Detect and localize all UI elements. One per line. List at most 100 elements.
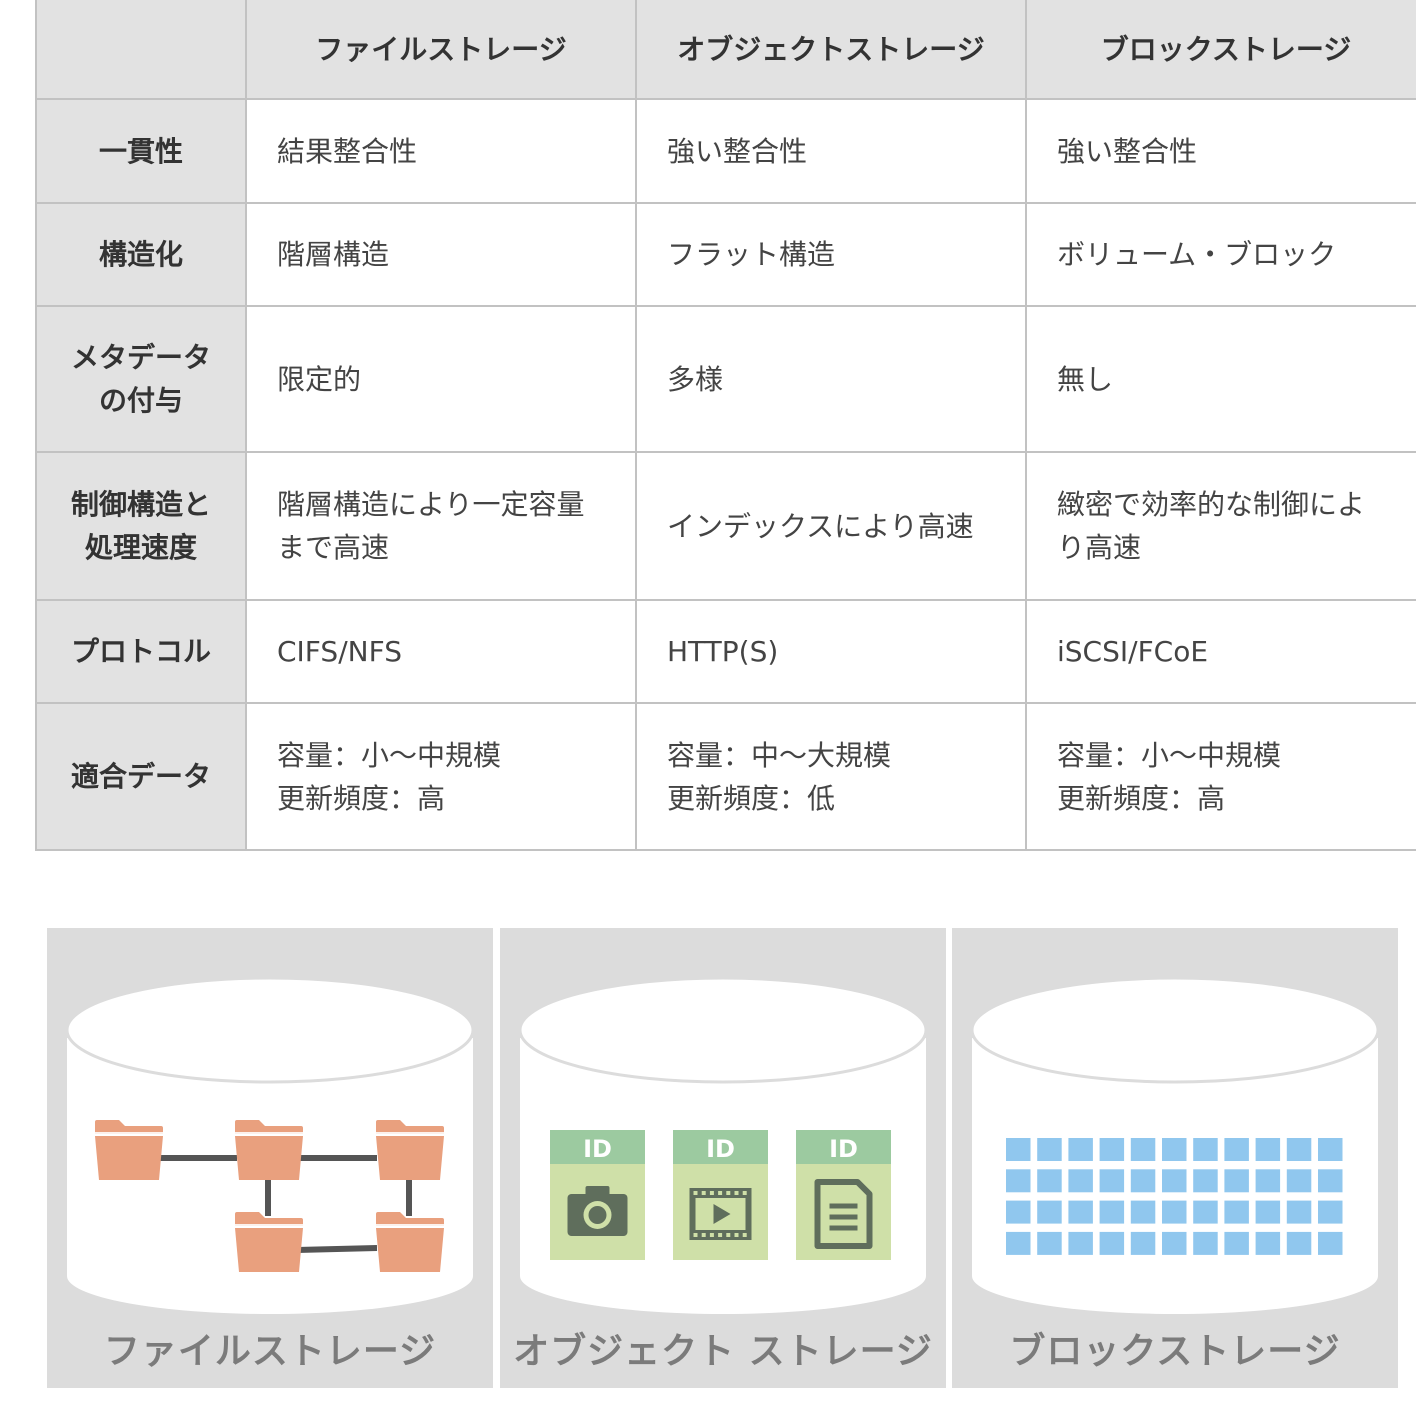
- header-block-storage: ブロックストレージ: [1025, 0, 1416, 100]
- table-row: メタデータ の付与 限定的 多様 無し: [35, 305, 1416, 453]
- table-row: 適合データ 容量：小〜中規模 更新頻度：高 容量：中〜大規模 更新頻度：低 容量：小…: [35, 702, 1416, 851]
- table-cell: 階層構造により一定容量 まで高速: [245, 451, 637, 601]
- block-cell: [1099, 1169, 1125, 1193]
- table-cell: iSCSI/FCoE: [1025, 599, 1416, 704]
- table-cell: フラット構造: [635, 202, 1027, 307]
- block-cell: [1130, 1138, 1156, 1161]
- table-cell: インデックスにより高速: [635, 451, 1027, 601]
- block-cell: [1006, 1200, 1031, 1224]
- row-label: 制御構造と 処理速度: [35, 451, 247, 601]
- table-cell: 容量：小〜中規模 更新頻度：高: [245, 702, 637, 851]
- block-cell: [1130, 1200, 1156, 1224]
- folder-icon: [235, 1120, 303, 1180]
- block-cell: [1037, 1169, 1062, 1193]
- table-cell: ボリューム・ブロック: [1025, 202, 1416, 307]
- file-storage-diagram: ファイルストレージ: [47, 928, 493, 1388]
- table-cell: 限定的: [245, 305, 637, 453]
- block-cell: [1037, 1200, 1062, 1224]
- block-cell: [1068, 1200, 1093, 1224]
- table-cell: 結果整合性: [245, 98, 637, 204]
- folder-icon: [376, 1212, 444, 1272]
- table-cell: 強い整合性: [1025, 98, 1416, 204]
- folder-icon: [95, 1120, 163, 1180]
- block-cell: [1130, 1231, 1156, 1255]
- row-label: 適合データ: [35, 702, 247, 851]
- block-cell: [1318, 1200, 1343, 1224]
- header-corner: [35, 0, 247, 100]
- block-cell: [1099, 1200, 1125, 1224]
- storage-comparison-table: ファイルストレージ オブジェクトストレージ ブロックストレージ 一貫性 結果整合…: [35, 0, 1416, 851]
- object-id-tag: ID: [829, 1135, 858, 1163]
- row-label: メタデータ の付与: [35, 305, 247, 453]
- table-row: 構造化 階層構造 フラット構造 ボリューム・ブロック: [35, 202, 1416, 307]
- storage-cylinder-icon: [970, 976, 1380, 1314]
- block-cell: [1318, 1138, 1343, 1161]
- block-cell: [1255, 1169, 1281, 1193]
- block-cell: [1193, 1231, 1218, 1255]
- table-cell: 階層構造: [245, 202, 637, 307]
- block-cell: [1193, 1169, 1218, 1193]
- table-cell: CIFS/NFS: [245, 599, 637, 704]
- folder-icon: [376, 1120, 444, 1180]
- object-id-tag: ID: [706, 1135, 735, 1163]
- block-cell: [1068, 1169, 1093, 1193]
- object-card: ID: [550, 1130, 645, 1260]
- table-cell: 緻密で効率的な制御によ り高速: [1025, 451, 1416, 601]
- object-card: ID: [796, 1130, 891, 1260]
- block-cell: [1286, 1231, 1312, 1255]
- folder-link: [296, 1245, 378, 1253]
- storage-cylinder-icon: [65, 976, 475, 1314]
- header-row: ファイルストレージ オブジェクトストレージ ブロックストレージ: [35, 0, 1416, 100]
- block-cell: [1162, 1169, 1187, 1193]
- block-cell: [1255, 1231, 1281, 1255]
- block-cell: [1286, 1169, 1312, 1193]
- block-cell: [1224, 1231, 1249, 1255]
- header-object-storage: オブジェクトストレージ: [635, 0, 1027, 100]
- object-id-tag: ID: [583, 1135, 612, 1163]
- block-cell: [1006, 1138, 1031, 1161]
- block-cell: [1286, 1200, 1312, 1224]
- block-storage-label: ブロックストレージ: [1009, 1331, 1341, 1372]
- header-file-storage: ファイルストレージ: [245, 0, 637, 100]
- block-cell: [1255, 1200, 1281, 1224]
- object-card: ID: [673, 1130, 768, 1260]
- block-cell: [1037, 1231, 1062, 1255]
- block-cell: [1318, 1169, 1343, 1193]
- object-cards: ID ID ID: [550, 1130, 891, 1260]
- table-cell: 強い整合性: [635, 98, 1027, 204]
- table-row: 制御構造と 処理速度 階層構造により一定容量 まで高速 インデックスにより高速 緻密…: [35, 451, 1416, 601]
- film-play-icon: [689, 1188, 752, 1240]
- table-cell: 容量：中〜大規模 更新頻度：低: [635, 702, 1027, 851]
- block-cell: [1162, 1231, 1187, 1255]
- block-cell: [1006, 1231, 1031, 1255]
- row-label: 構造化: [35, 202, 247, 307]
- block-cell: [1224, 1169, 1249, 1193]
- block-storage-diagram: ブロックストレージ: [952, 928, 1398, 1388]
- storage-cylinder-icon: ID ID ID: [518, 976, 928, 1314]
- object-storage-diagram: ID ID ID オブジェクト ストレージ: [500, 928, 946, 1388]
- table-cell: 多様: [635, 305, 1027, 453]
- block-cell: [1162, 1138, 1187, 1161]
- row-label: 一貫性: [35, 98, 247, 204]
- block-cell: [1162, 1200, 1187, 1224]
- block-cell: [1193, 1200, 1218, 1224]
- table-row: プロトコル CIFS/NFS HTTP(S) iSCSI/FCoE: [35, 599, 1416, 704]
- file-storage-label: ファイルストレージ: [103, 1331, 437, 1372]
- block-cell: [1068, 1231, 1093, 1255]
- table-row: 一貫性 結果整合性 強い整合性 強い整合性: [35, 98, 1416, 204]
- table-cell: 容量：小〜中規模 更新頻度：高: [1025, 702, 1416, 851]
- row-label: プロトコル: [35, 599, 247, 704]
- block-cell: [1193, 1138, 1218, 1161]
- block-cell: [1006, 1169, 1031, 1193]
- table-cell: HTTP(S): [635, 599, 1027, 704]
- block-cell: [1286, 1138, 1312, 1161]
- block-cell: [1318, 1231, 1343, 1255]
- block-cell: [1068, 1138, 1093, 1161]
- folder-icon: [235, 1212, 303, 1272]
- block-cell: [1099, 1231, 1125, 1255]
- block-cell: [1037, 1138, 1062, 1161]
- table-cell: 無し: [1025, 305, 1416, 453]
- block-cell: [1130, 1169, 1156, 1193]
- block-cell: [1255, 1138, 1281, 1161]
- object-storage-label: オブジェクト ストレージ: [513, 1331, 933, 1372]
